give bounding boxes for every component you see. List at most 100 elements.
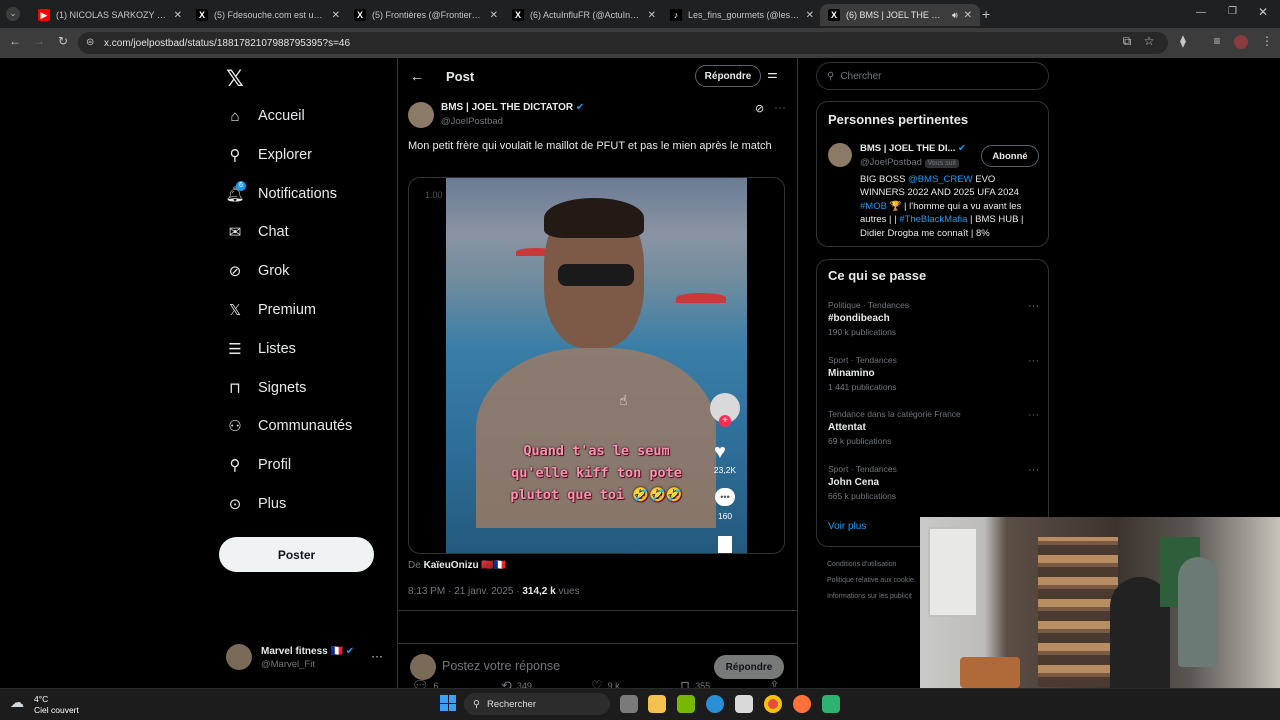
start-icon[interactable] (440, 695, 456, 711)
author-avatar[interactable] (408, 102, 434, 128)
follow-plus-icon[interactable]: + (719, 415, 731, 427)
file-explorer-icon[interactable] (648, 695, 666, 713)
nvidia-icon[interactable] (677, 695, 695, 713)
bookmark-star-icon[interactable]: ☆ (1140, 34, 1158, 48)
filter-icon[interactable]: ⚌ (767, 67, 778, 81)
video-frame: Quand t'as le seum qu'elle kiff ton pote… (446, 178, 747, 553)
nav-item-chat[interactable]: ✉ Chat (226, 217, 289, 247)
video-bookmark-icon[interactable] (718, 536, 732, 553)
post-more-icon[interactable]: ··· (774, 100, 786, 114)
nav-item-signets[interactable]: ⊓ Signets (226, 373, 306, 403)
taskbar-search[interactable]: ⚲ Rechercher (464, 693, 610, 715)
weather-widget[interactable]: 4°C Ciel couvert (34, 694, 79, 716)
footer-link-ads[interactable]: Informations sur les publicit (827, 589, 914, 605)
trend-item[interactable]: Sport · Tendances John Cena 665 k publicat… (828, 464, 1043, 501)
author-name[interactable]: BMS | JOEL THE DICTATOR ✔ (441, 102, 584, 113)
minimize-icon[interactable]: — (1196, 7, 1206, 18)
extensions-icon[interactable]: ⧫ (1174, 34, 1192, 48)
address-bar[interactable]: ⊜ x.com/joelpostbad/status/1881782107988… (78, 32, 1168, 54)
profile-avatar[interactable] (1234, 35, 1248, 49)
new-tab-icon[interactable]: + (982, 6, 990, 22)
reply-input[interactable]: Postez votre réponse (442, 659, 560, 673)
back-arrow-icon[interactable]: ← (410, 68, 424, 84)
trend-item[interactable]: Sport · Tendances Minamino 1 441 publicati… (828, 355, 1043, 392)
forward-icon[interactable]: → (30, 34, 48, 48)
store-icon[interactable] (735, 695, 753, 713)
more-icon[interactable]: ··· (371, 649, 383, 663)
close-tab-icon[interactable]: ✕ (648, 10, 656, 21)
back-icon[interactable]: ← (6, 34, 24, 48)
nav-item-accueil[interactable]: ⌂ Accueil (226, 101, 305, 131)
nav-item-plus[interactable]: ⊙ Plus (226, 489, 287, 519)
nav-item-label: Accueil (258, 108, 305, 124)
account-switcher[interactable]: Marvel fitness 🇫🇷 ✔ @Marvel_Fit ··· (226, 644, 386, 674)
reply-header-button[interactable]: Répondre (695, 65, 761, 87)
browser-tab[interactable]: X (5) Fdesouche.com est une rev ✕ (188, 4, 348, 26)
browser-tab[interactable]: X (5) Frontières (@Frontieresme ✕ (346, 4, 506, 26)
trend-count: 69 k publications (828, 436, 892, 447)
x-logo-icon: 𝕏 (228, 302, 242, 319)
app-icon[interactable] (822, 695, 840, 713)
maximize-icon[interactable]: ❐ (1228, 6, 1237, 17)
relevant-name[interactable]: BMS | JOEL THE DI... ✔ (860, 143, 966, 154)
tab-audio-icon[interactable]: 🔊︎ (952, 10, 958, 21)
bio-hashtag-link[interactable]: #MOB (860, 201, 887, 212)
weather-icon[interactable]: ☁ (10, 694, 24, 711)
menu-kebab-icon[interactable]: ⋮ (1258, 34, 1276, 48)
reload-icon[interactable]: ↻ (54, 34, 72, 48)
trend-more-icon[interactable]: ··· (1028, 409, 1039, 421)
weather-desc: Ciel couvert (34, 705, 79, 715)
nav-item-listes[interactable]: ☰ Listes (226, 334, 296, 364)
browser-tab[interactable]: X (6) BMS | JOEL THE DICTAT 🔊︎ ✕ (820, 4, 980, 26)
close-tab-icon[interactable]: ✕ (332, 10, 340, 21)
footer-link-cookies[interactable]: Politique relative aux cookie (827, 573, 914, 589)
following-button[interactable]: Abonné (981, 145, 1039, 167)
nav-item-premium[interactable]: 𝕏 Premium (226, 295, 316, 325)
nav-item-explorer[interactable]: ⚲ Explorer (226, 140, 313, 170)
bio-mention-link[interactable]: @BMS_CREW (908, 174, 973, 185)
search-box[interactable]: ⚲ Chercher (816, 62, 1049, 90)
video-comment-icon[interactable]: ••• (715, 488, 735, 506)
firefox-icon[interactable] (793, 695, 811, 713)
chrome-icon[interactable] (764, 695, 782, 713)
browser-tab[interactable]: ▶ (1) NICOLAS SARKOZY : INTERV ✕ (30, 4, 190, 26)
person-hair (544, 198, 644, 238)
browser-tab[interactable]: X (6) ActuInfluFR (@ActuInfluFR) ✕ (504, 4, 664, 26)
browser-tab[interactable]: ♪ Les_fins_gourmets (@les_fins_g ✕ (662, 4, 822, 26)
relevant-avatar[interactable] (828, 143, 852, 167)
site-info-icon[interactable]: ⊜ (86, 37, 94, 48)
install-app-icon[interactable]: ⧉ (1118, 34, 1136, 49)
trend-more-icon[interactable]: ··· (1028, 355, 1039, 367)
trend-item[interactable]: Tendance dans la catégorie France Attenta… (828, 409, 1043, 446)
post-button[interactable]: Poster (219, 537, 374, 572)
reply-submit-button[interactable]: Répondre (714, 655, 784, 679)
close-tab-icon[interactable]: ✕ (964, 10, 972, 21)
post-video[interactable]: 1.00 Quand t'as le seum qu'elle kiff ton… (408, 177, 785, 554)
bio-hashtag-link[interactable]: #TheBlackMafia (899, 214, 967, 225)
nav-item-notifications[interactable]: 🔔︎ 6 Notifications (225, 179, 337, 209)
edge-icon[interactable] (706, 695, 724, 713)
footer-link-terms[interactable]: Conditions d'utilisation (827, 557, 914, 573)
media-control-icon[interactable]: ≡ (1208, 34, 1226, 48)
x-logo-icon[interactable]: 𝕏 (226, 66, 244, 92)
shelf-shape (1038, 537, 1118, 687)
nav-item-profil[interactable]: ⚲ Profil (226, 450, 292, 480)
nav-item-communautés[interactable]: ⚇ Communautés (226, 411, 352, 441)
author-handle[interactable]: @JoelPostbad (441, 116, 503, 127)
close-window-icon[interactable]: ✕ (1258, 5, 1268, 19)
grok-icon[interactable]: ⊘ (755, 102, 764, 115)
video-heart-icon[interactable]: ♥ (714, 441, 726, 464)
search-input[interactable]: Chercher (840, 71, 881, 82)
tab-search-icon[interactable]: ⌄ (6, 7, 20, 21)
close-tab-icon[interactable]: ✕ (174, 10, 182, 21)
close-tab-icon[interactable]: ✕ (806, 10, 814, 21)
trend-more-icon[interactable]: ··· (1028, 300, 1039, 312)
trend-more-icon[interactable]: ··· (1028, 464, 1039, 476)
show-more-link[interactable]: Voir plus (828, 521, 866, 532)
nav-item-grok[interactable]: ⊘ Grok (226, 256, 290, 286)
video-source-user[interactable]: KaïeuOnizu 🇲🇦🇫🇷 (424, 560, 507, 571)
trend-name: #bondibeach (828, 313, 890, 324)
trend-item[interactable]: Politique · Tendances #bondibeach 190 k pu… (828, 300, 1043, 337)
task-view-icon[interactable] (620, 695, 638, 713)
close-tab-icon[interactable]: ✕ (490, 10, 498, 21)
